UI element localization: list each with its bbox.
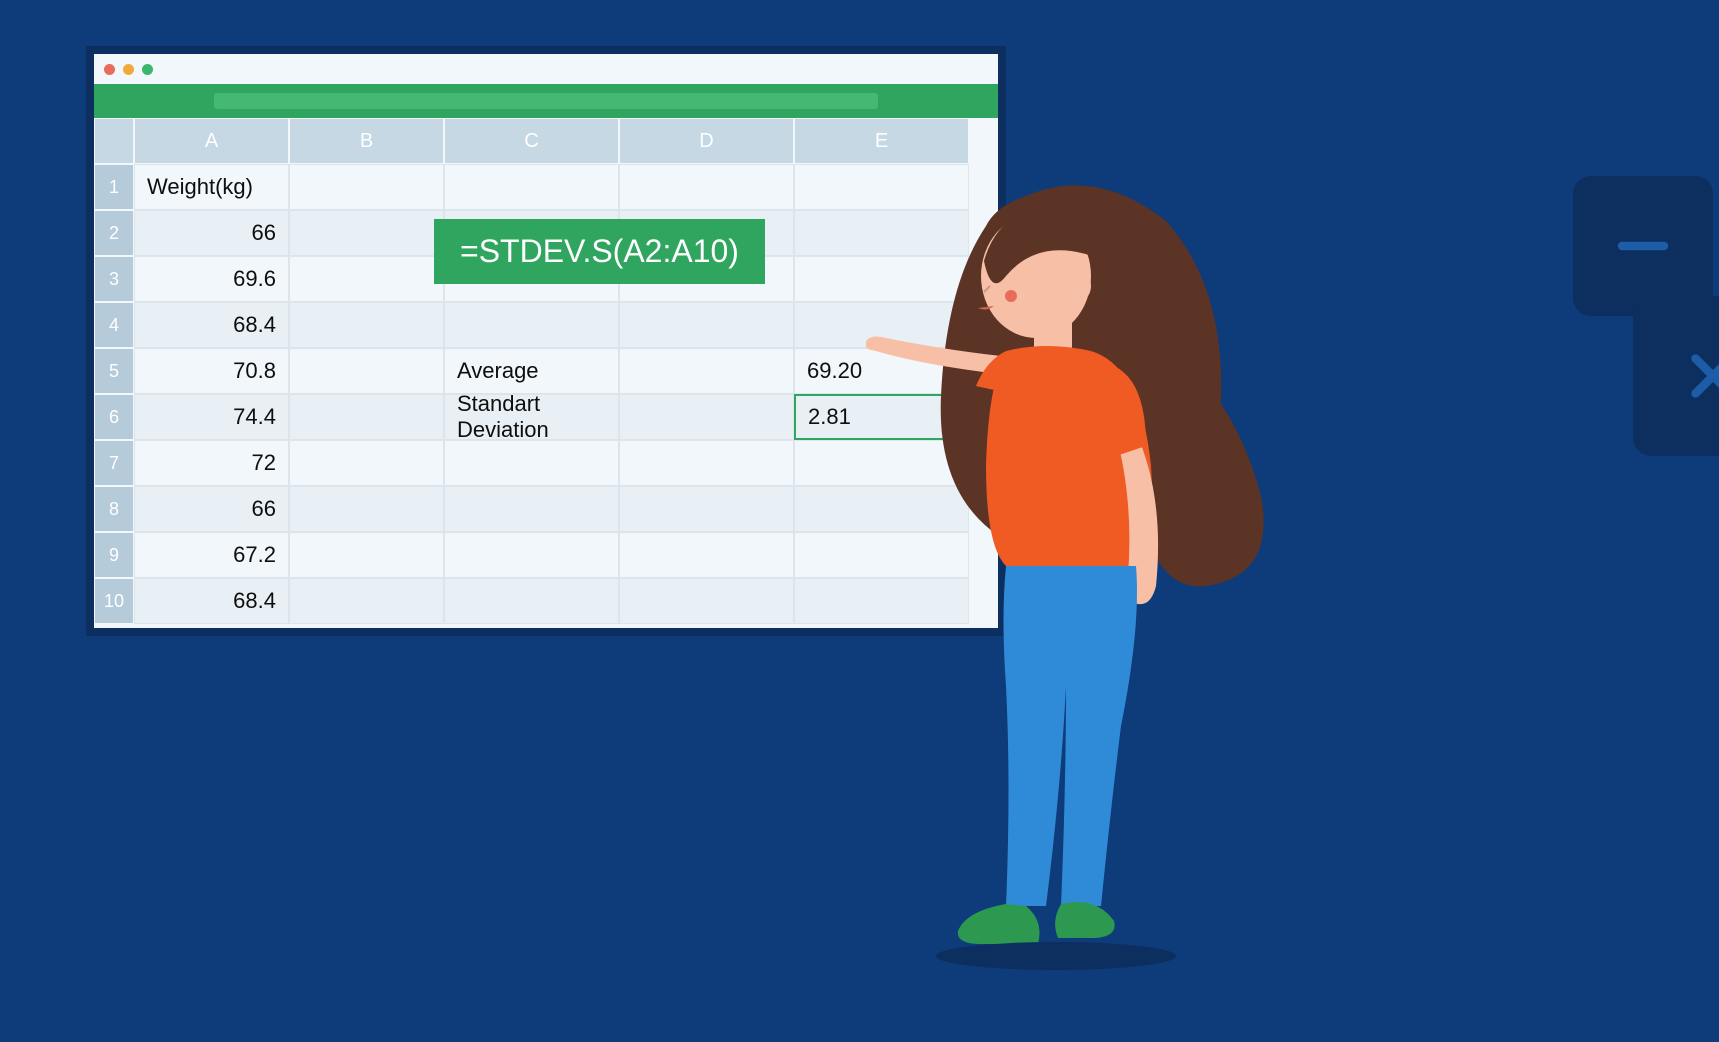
cell-a7[interactable]: 72 xyxy=(134,440,289,486)
row-header[interactable]: 6 xyxy=(94,394,134,440)
formula-callout: =STDEV.S(A2:A10) xyxy=(434,219,765,284)
row-header[interactable]: 5 xyxy=(94,348,134,394)
cell-a4[interactable]: 68.4 xyxy=(134,302,289,348)
minimize-icon[interactable] xyxy=(123,64,134,75)
row-header[interactable]: 7 xyxy=(94,440,134,486)
ribbon xyxy=(94,84,998,118)
cell[interactable] xyxy=(444,164,619,210)
cell[interactable] xyxy=(289,210,444,256)
cell[interactable] xyxy=(289,164,444,210)
cell[interactable] xyxy=(444,486,619,532)
minus-icon xyxy=(1608,211,1678,281)
cell[interactable] xyxy=(289,486,444,532)
row-header[interactable]: 1 xyxy=(94,164,134,210)
cell-a10[interactable]: 68.4 xyxy=(134,578,289,624)
row-header[interactable]: 3 xyxy=(94,256,134,302)
titlebar xyxy=(94,54,998,84)
close-icon[interactable] xyxy=(104,64,115,75)
cell-a8[interactable]: 66 xyxy=(134,486,289,532)
zoom-icon[interactable] xyxy=(142,64,153,75)
cell-a1[interactable]: Weight(kg) xyxy=(134,164,289,210)
col-header-d[interactable]: D xyxy=(619,118,794,164)
corner-cell xyxy=(94,118,134,164)
cell[interactable] xyxy=(619,164,794,210)
cell[interactable] xyxy=(444,532,619,578)
minus-tile xyxy=(1573,176,1713,316)
cell[interactable] xyxy=(289,348,444,394)
cell[interactable] xyxy=(619,486,794,532)
col-header-c[interactable]: C xyxy=(444,118,619,164)
formula-bar[interactable] xyxy=(214,93,878,109)
cell[interactable] xyxy=(289,302,444,348)
row-header[interactable]: 2 xyxy=(94,210,134,256)
row-header[interactable]: 4 xyxy=(94,302,134,348)
cell[interactable] xyxy=(289,578,444,624)
cell[interactable] xyxy=(289,256,444,302)
cell-a2[interactable]: 66 xyxy=(134,210,289,256)
cell-a9[interactable]: 67.2 xyxy=(134,532,289,578)
cell[interactable] xyxy=(289,394,444,440)
cell[interactable] xyxy=(619,440,794,486)
spreadsheet-grid: A B C D E 1 Weight(kg) 2 66 3 69.6 xyxy=(94,118,998,624)
person-illustration xyxy=(866,166,1296,986)
cell-a3[interactable]: 69.6 xyxy=(134,256,289,302)
cell[interactable] xyxy=(619,532,794,578)
times-icon xyxy=(1678,341,1719,411)
cell[interactable] xyxy=(619,578,794,624)
cell[interactable] xyxy=(619,302,794,348)
times-tile xyxy=(1633,296,1719,456)
cell[interactable] xyxy=(444,578,619,624)
cell[interactable] xyxy=(444,302,619,348)
cell-c5[interactable]: Average xyxy=(444,348,619,394)
cell[interactable] xyxy=(619,348,794,394)
cell[interactable] xyxy=(289,440,444,486)
row-header[interactable]: 8 xyxy=(94,486,134,532)
row-header[interactable]: 9 xyxy=(94,532,134,578)
row-header[interactable]: 10 xyxy=(94,578,134,624)
cell-c6[interactable]: Standart Deviation xyxy=(444,394,619,440)
cell-a6[interactable]: 74.4 xyxy=(134,394,289,440)
col-header-e[interactable]: E xyxy=(794,118,969,164)
col-header-b[interactable]: B xyxy=(289,118,444,164)
cell[interactable] xyxy=(444,440,619,486)
col-header-a[interactable]: A xyxy=(134,118,289,164)
cell[interactable] xyxy=(619,394,794,440)
cell[interactable] xyxy=(289,532,444,578)
cell-a5[interactable]: 70.8 xyxy=(134,348,289,394)
